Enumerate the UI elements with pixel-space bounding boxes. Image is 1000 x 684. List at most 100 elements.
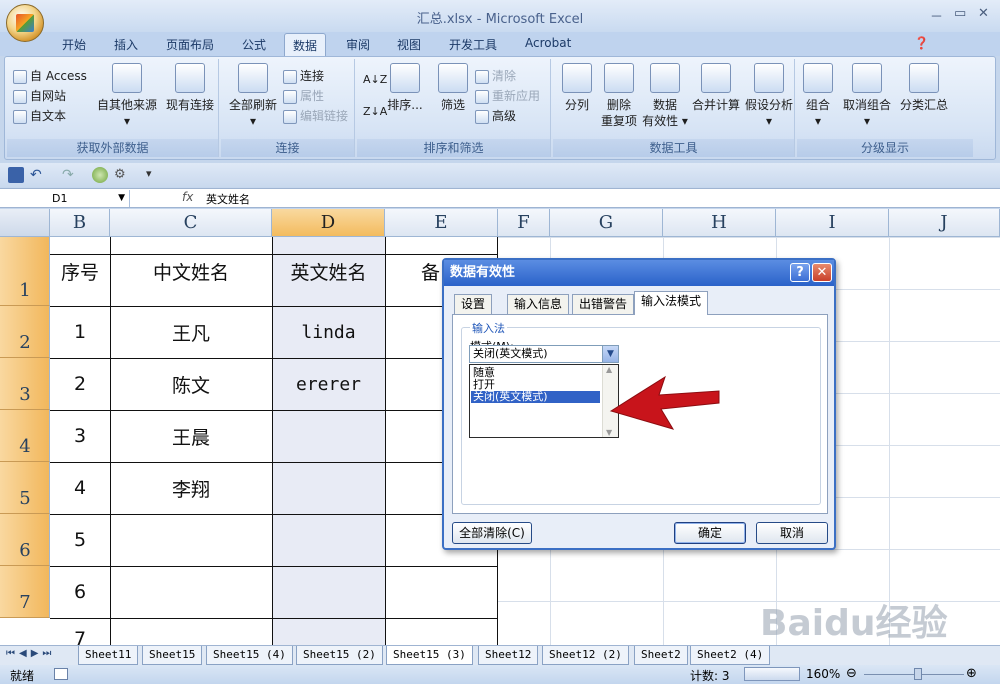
cell-b1[interactable]: 序号 [50, 237, 110, 306]
tab-input-message[interactable]: 输入信息 [507, 294, 570, 314]
help-icon[interactable]: ❓ [914, 36, 929, 50]
remove-duplicates-button[interactable]: 删除 重复项 [597, 63, 641, 129]
from-text-button[interactable]: 自文本 [13, 107, 66, 124]
edit-links-button[interactable]: 编辑链接 [283, 107, 348, 124]
other-sources-button[interactable]: 自其他来源 ▾ [93, 63, 161, 129]
macro-record-icon[interactable] [54, 668, 68, 680]
dialog-close-button[interactable]: ✕ [812, 263, 832, 282]
tab-data[interactable]: 数据 [284, 33, 327, 58]
cancel-button[interactable]: 取消 [756, 522, 828, 544]
chevron-down-icon[interactable]: ▼ [118, 190, 125, 207]
sheet-tab[interactable]: Sheet15 (4) [206, 646, 293, 665]
cell-b2[interactable]: 1 [50, 306, 110, 358]
sort-az-button[interactable]: A↓Z [363, 73, 387, 86]
row-header-5[interactable]: 5 [0, 462, 50, 514]
ungroup-button[interactable]: 取消组合 ▾ [841, 63, 893, 129]
sheet-tab-active[interactable]: Sheet15 (3) [386, 646, 473, 665]
from-web-button[interactable]: 自网站 [13, 87, 66, 104]
close-button[interactable]: ✕ [978, 6, 989, 21]
tab-view[interactable]: 视图 [397, 36, 421, 53]
column-header-i[interactable]: I [776, 209, 889, 237]
group-button[interactable]: 组合 ▾ [799, 63, 837, 129]
row-header-2[interactable]: 2 [0, 306, 50, 358]
fx-icon[interactable]: fx [182, 190, 193, 204]
redo-icon[interactable]: ↷ [62, 167, 78, 183]
what-if-button[interactable]: 假设分析 ▾ [743, 63, 795, 129]
sheet-tab[interactable]: Sheet2 (4) [690, 646, 771, 665]
sheet-tab[interactable]: Sheet12 [478, 646, 539, 665]
column-header-g[interactable]: G [550, 209, 663, 237]
cell-c5[interactable]: 李翔 [110, 462, 272, 514]
tab-settings[interactable]: 设置 [454, 294, 493, 314]
row-header-6[interactable]: 6 [0, 514, 50, 566]
column-header-h[interactable]: H [663, 209, 776, 237]
sheet-nav-icons[interactable]: ⏮◀▶⏭ [6, 648, 55, 659]
tab-insert[interactable]: 插入 [114, 36, 138, 53]
cell-b8[interactable]: 7 [50, 618, 110, 645]
cell-b4[interactable]: 3 [50, 410, 110, 462]
cell-b3[interactable]: 2 [50, 358, 110, 410]
column-header-e[interactable]: E [385, 209, 498, 237]
sheet-tab[interactable]: Sheet15 [142, 646, 203, 665]
row-header-4[interactable]: 4 [0, 410, 50, 462]
tab-page-layout[interactable]: 页面布局 [166, 36, 214, 53]
ok-button[interactable]: 确定 [674, 522, 746, 544]
tab-home[interactable]: 开始 [62, 36, 86, 53]
zoom-out-icon[interactable]: ⊖ [846, 666, 857, 681]
office-button[interactable] [6, 4, 44, 42]
data-validation-button[interactable]: 数据 有效性 ▾ [641, 63, 689, 129]
clear-all-button[interactable]: 全部清除(C) [452, 522, 532, 544]
tab-ime-mode[interactable]: 输入法模式 [634, 291, 709, 315]
sheet-tab[interactable]: Sheet2 [634, 646, 688, 665]
tools-icon[interactable]: ⚙ [114, 167, 130, 183]
option-off-english[interactable]: 关闭(英文模式) [471, 391, 600, 403]
row-header-3[interactable]: 3 [0, 358, 50, 410]
from-access-button[interactable]: 自 Access [13, 67, 87, 84]
column-header-c[interactable]: C [110, 209, 272, 237]
row-header-1[interactable]: 1 [0, 237, 50, 306]
zoom-slider-thumb[interactable] [914, 668, 922, 680]
filter-button[interactable]: 筛选 [431, 63, 475, 113]
cell-b6[interactable]: 5 [50, 514, 110, 566]
circle-icon[interactable] [92, 167, 108, 183]
sort-button[interactable]: 排序... [385, 63, 425, 113]
customize-qat-icon[interactable]: ▾ [146, 167, 162, 183]
minimize-button[interactable]: － [930, 6, 943, 25]
advanced-filter-button[interactable]: 高级 [475, 107, 516, 124]
reapply-button[interactable]: 重新应用 [475, 87, 540, 104]
cell-d1[interactable]: 英文姓名 [272, 237, 385, 306]
sort-za-button[interactable]: Z↓A [363, 105, 387, 118]
text-to-columns-button[interactable]: 分列 [557, 63, 597, 113]
properties-button[interactable]: 属性 [283, 87, 324, 104]
existing-connections-button[interactable]: 现有连接 [161, 63, 219, 113]
cell-d3[interactable]: ererer [272, 358, 385, 410]
cell-d2[interactable]: linda [272, 306, 385, 358]
mode-select[interactable]: 关闭(英文模式) ▼ [469, 345, 619, 363]
name-box[interactable]: D1 ▼ [4, 190, 130, 207]
select-all-corner[interactable] [0, 209, 50, 237]
refresh-all-button[interactable]: 全部刷新 ▾ [223, 63, 283, 129]
zoom-level[interactable]: 160% [806, 667, 840, 681]
tab-review[interactable]: 审阅 [346, 36, 370, 53]
help-button[interactable]: ? [790, 263, 810, 282]
clear-filter-button[interactable]: 清除 [475, 67, 516, 84]
zoom-in-icon[interactable]: ⊕ [966, 666, 977, 681]
tab-error-alert[interactable]: 出错警告 [572, 294, 635, 314]
consolidate-button[interactable]: 合并计算 [689, 63, 743, 113]
column-header-d[interactable]: D [272, 209, 385, 237]
cell-c1[interactable]: 中文姓名 [110, 237, 272, 306]
column-header-b[interactable]: B [50, 209, 110, 237]
subtotal-button[interactable]: 分类汇总 [897, 63, 951, 113]
connections-button[interactable]: 连接 [283, 67, 324, 84]
row-header-7[interactable]: 7 [0, 566, 50, 618]
cell-c3[interactable]: 陈文 [110, 358, 272, 410]
cell-b5[interactable]: 4 [50, 462, 110, 514]
sheet-tab[interactable]: Sheet11 [78, 646, 139, 665]
formula-input[interactable]: 英文姓名 [206, 191, 250, 207]
save-icon[interactable] [8, 167, 24, 183]
maximize-button[interactable]: ▭ [954, 6, 966, 21]
column-header-j[interactable]: J [889, 209, 1000, 237]
undo-icon[interactable]: ↶ [30, 167, 46, 183]
tab-formulas[interactable]: 公式 [242, 36, 266, 53]
cell-c4[interactable]: 王晨 [110, 410, 272, 462]
